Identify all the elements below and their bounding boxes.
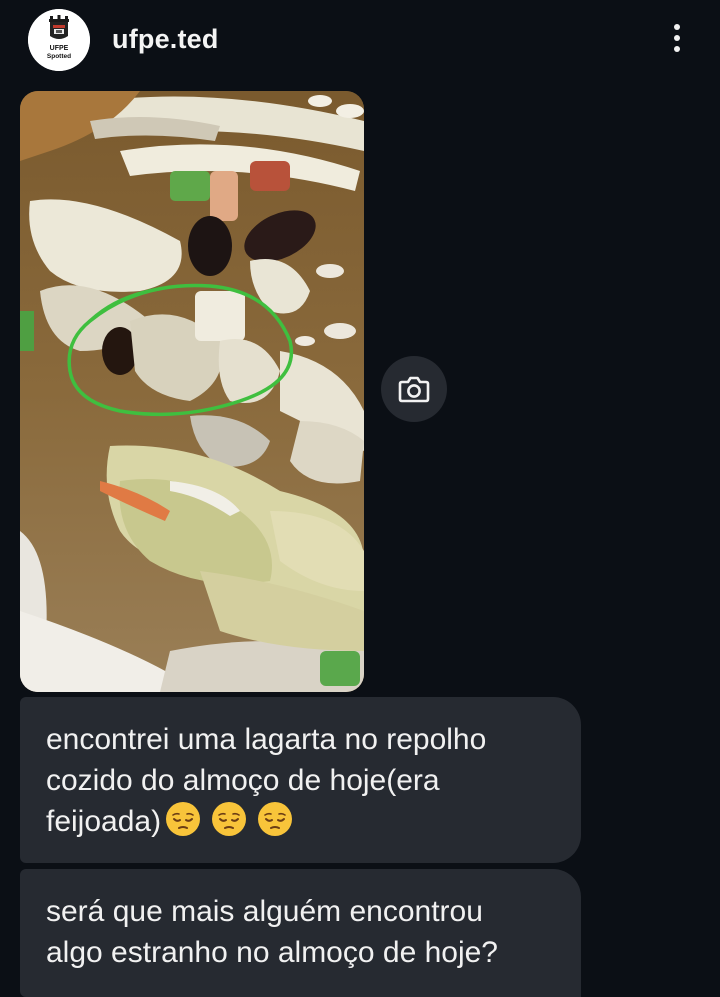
message-line: algo estranho no almoço de hoje? xyxy=(46,936,498,969)
message-line-with-emojis: feijoada) xyxy=(46,801,557,842)
chat-header: UFPE Spotted ufpe.ted xyxy=(0,0,720,84)
vertical-ellipsis-icon xyxy=(674,24,680,30)
message-text: feijoada) xyxy=(46,805,162,838)
username[interactable]: ufpe.ted xyxy=(112,24,219,55)
message-bubble[interactable]: encontrei uma lagarta no repolho cozido … xyxy=(20,697,581,863)
ufpe-spotted-logo-icon: UFPE Spotted xyxy=(28,9,90,71)
pensive-face-emoji-icon xyxy=(212,802,247,836)
camera-button[interactable] xyxy=(381,356,447,422)
message-line: será que mais alguém encontrou xyxy=(46,895,483,928)
shared-photo[interactable] xyxy=(20,91,364,692)
logo-text-top: UFPE xyxy=(50,45,69,52)
camera-icon xyxy=(398,376,430,403)
food-photo-image xyxy=(20,91,364,692)
logo-text-bottom: Spotted xyxy=(47,53,71,60)
avatar[interactable]: UFPE Spotted xyxy=(28,9,90,71)
more-options-button[interactable] xyxy=(662,18,692,58)
message-bubble[interactable]: será que mais alguém encontrou algo estr… xyxy=(20,869,581,997)
pensive-face-emoji-icon xyxy=(258,802,293,836)
message-line: encontrei uma lagarta no repolho xyxy=(46,723,487,756)
message-line: cozido do almoço de hoje(era xyxy=(46,764,440,797)
pensive-face-emoji-icon xyxy=(166,802,201,836)
